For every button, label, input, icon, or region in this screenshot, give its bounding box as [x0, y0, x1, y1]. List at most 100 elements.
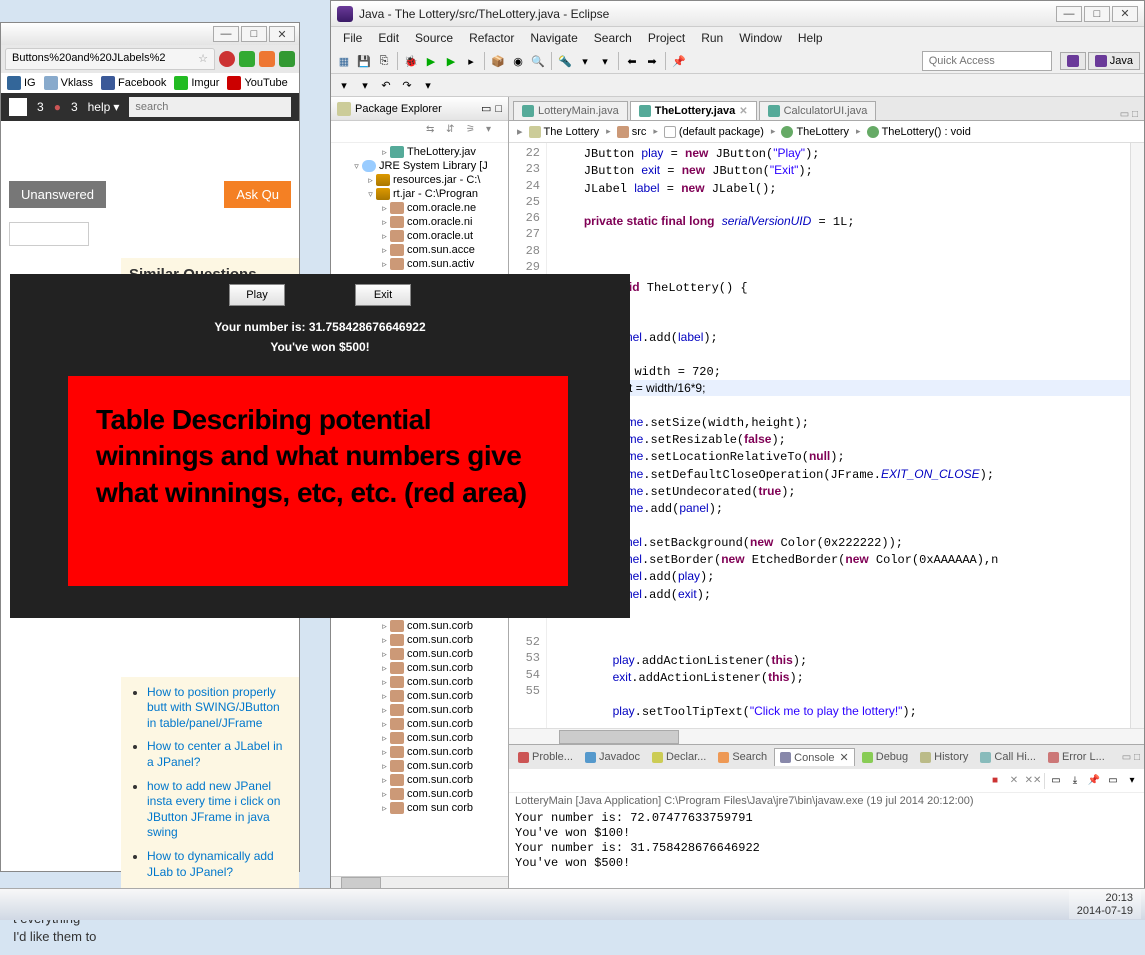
so-search-input[interactable]: [129, 97, 291, 117]
menu-run[interactable]: Run: [693, 29, 731, 47]
tb2-icon5[interactable]: ▾: [419, 76, 437, 94]
java-perspective-button[interactable]: Java: [1088, 52, 1140, 70]
back-icon[interactable]: ⬅: [623, 52, 641, 70]
menu-window[interactable]: Window: [731, 29, 790, 47]
so-rep[interactable]: 3: [37, 100, 44, 114]
tb2-icon[interactable]: ▾: [335, 76, 353, 94]
taskbar-clock[interactable]: 20:13 2014-07-19: [1069, 890, 1141, 918]
runlast-icon[interactable]: ▶: [442, 52, 460, 70]
eclipse-titlebar[interactable]: Java - The Lottery/src/TheLottery.java -…: [331, 1, 1144, 27]
menu-source[interactable]: Source: [407, 29, 461, 47]
package-explorer-header[interactable]: Package Explorer ▭ □: [331, 97, 508, 121]
collapse-icon[interactable]: ⇆: [426, 124, 442, 140]
filter-icon[interactable]: ⚞: [466, 124, 482, 140]
similar-link[interactable]: How to center a JLabel in a JPanel?: [147, 739, 291, 770]
save-icon[interactable]: 💾: [355, 52, 373, 70]
pin-icon[interactable]: 📌: [670, 52, 688, 70]
tab-javadoc[interactable]: Javadoc: [580, 749, 645, 765]
scroll-icon[interactable]: ⤓: [1067, 773, 1083, 789]
bm-ig[interactable]: IG: [7, 76, 36, 90]
browser-tab[interactable]: Buttons%20and%20JLabels%2☆: [5, 48, 215, 70]
tab-callhierarchy[interactable]: Call Hi...: [975, 749, 1041, 765]
windows-taskbar[interactable]: 20:13 2014-07-19: [0, 888, 1145, 920]
browser-titlebar[interactable]: — □ ✕: [1, 23, 299, 45]
link-icon[interactable]: ⇵: [446, 124, 462, 140]
terminate-icon[interactable]: ■: [987, 773, 1003, 789]
minimize-button[interactable]: —: [213, 26, 239, 42]
tab-lotterymain[interactable]: LotteryMain.java: [513, 101, 628, 120]
removeall-icon[interactable]: ✕✕: [1025, 773, 1041, 789]
remove-icon[interactable]: ✕: [1006, 773, 1022, 789]
menu-icon[interactable]: ▾: [486, 124, 502, 140]
so-rep2[interactable]: 3: [71, 100, 78, 114]
tab-console[interactable]: Console✕: [774, 748, 855, 766]
ext3-icon[interactable]: [279, 51, 295, 67]
unanswered-tab[interactable]: Unanswered: [9, 181, 106, 208]
menu-search[interactable]: Search: [586, 29, 640, 47]
tb2-icon4[interactable]: ↷: [398, 76, 416, 94]
exit-button[interactable]: Exit: [355, 284, 411, 306]
open-icon[interactable]: ▾: [1124, 773, 1140, 789]
ext2-icon[interactable]: [259, 51, 275, 67]
debug-icon[interactable]: 🐞: [402, 52, 420, 70]
tab-problems[interactable]: Proble...: [513, 749, 578, 765]
newpkg-icon[interactable]: 📦: [489, 52, 507, 70]
extern-icon[interactable]: ▸: [462, 52, 480, 70]
star-icon[interactable]: ☆: [198, 52, 208, 65]
ask-question-button[interactable]: Ask Qu: [224, 181, 291, 208]
newclass-icon[interactable]: ◉: [509, 52, 527, 70]
bm-youtube[interactable]: YouTube: [227, 76, 287, 90]
display-icon[interactable]: ▭: [1105, 773, 1121, 789]
play-button[interactable]: Play: [229, 284, 285, 306]
breadcrumb[interactable]: ▸ The Lottery src (default package) TheL…: [509, 121, 1144, 143]
close-button[interactable]: ✕: [269, 26, 295, 42]
tab-errorlog[interactable]: Error L...: [1043, 749, 1110, 765]
pane-min-icon[interactable]: ▭: [481, 102, 491, 115]
console-output[interactable]: Your number is: 72.07477633759791 You've…: [509, 809, 1144, 892]
bm-vklass[interactable]: Vklass: [44, 76, 93, 90]
menu-navigate[interactable]: Navigate: [522, 29, 585, 47]
run-icon[interactable]: ▶: [422, 52, 440, 70]
editor-min-icon[interactable]: ▭ □: [1114, 109, 1144, 120]
tab-history[interactable]: History: [915, 749, 973, 765]
so-help[interactable]: help ▾: [88, 100, 120, 114]
tb2-icon3[interactable]: ↶: [377, 76, 395, 94]
quick-access-input[interactable]: [922, 51, 1052, 71]
close-button[interactable]: ✕: [1112, 6, 1138, 22]
tab-calculatorui[interactable]: CalculatorUI.java: [759, 101, 877, 120]
tab-debug[interactable]: Debug: [857, 749, 913, 765]
open-perspective-button[interactable]: [1060, 52, 1086, 70]
task-icon[interactable]: ▾: [596, 52, 614, 70]
menu-refactor[interactable]: Refactor: [461, 29, 522, 47]
fwd-icon[interactable]: ➡: [643, 52, 661, 70]
tab-search[interactable]: Search: [713, 749, 772, 765]
similar-link[interactable]: How to position properly butt with SWING…: [147, 685, 291, 732]
tb2-icon2[interactable]: ▾: [356, 76, 374, 94]
bm-imgur[interactable]: Imgur: [174, 76, 219, 90]
so-tag-input[interactable]: [9, 222, 89, 246]
menu-help[interactable]: Help: [790, 29, 831, 47]
pane-min-icon[interactable]: ▭ □: [1122, 752, 1140, 763]
menu-file[interactable]: File: [335, 29, 370, 47]
search-icon[interactable]: 🔦: [556, 52, 574, 70]
new-icon[interactable]: ▦: [335, 52, 353, 70]
minimize-button[interactable]: —: [1056, 6, 1082, 22]
similar-link[interactable]: how to add new JPanel insta every time i…: [147, 779, 291, 841]
clear-icon[interactable]: ▭: [1048, 773, 1064, 789]
ext1-icon[interactable]: [239, 51, 255, 67]
opera-icon[interactable]: [219, 51, 235, 67]
close-tab-icon[interactable]: ✕: [739, 106, 747, 117]
maximize-button[interactable]: □: [1084, 6, 1110, 22]
tab-declaration[interactable]: Declar...: [647, 749, 711, 765]
menu-edit[interactable]: Edit: [370, 29, 407, 47]
code-content[interactable]: JButton play = new JButton("Play"); JBut…: [547, 143, 1130, 728]
code-hscroll[interactable]: [509, 728, 1144, 744]
so-logo-icon[interactable]: [9, 98, 27, 116]
overview-ruler[interactable]: [1130, 143, 1144, 728]
maximize-button[interactable]: □: [241, 26, 267, 42]
openType-icon[interactable]: 🔍: [529, 52, 547, 70]
tab-thelottery[interactable]: TheLottery.java✕: [630, 101, 757, 120]
saveall-icon[interactable]: ⎘: [375, 52, 393, 70]
bm-facebook[interactable]: Facebook: [101, 76, 166, 90]
pane-max-icon[interactable]: □: [495, 103, 502, 115]
